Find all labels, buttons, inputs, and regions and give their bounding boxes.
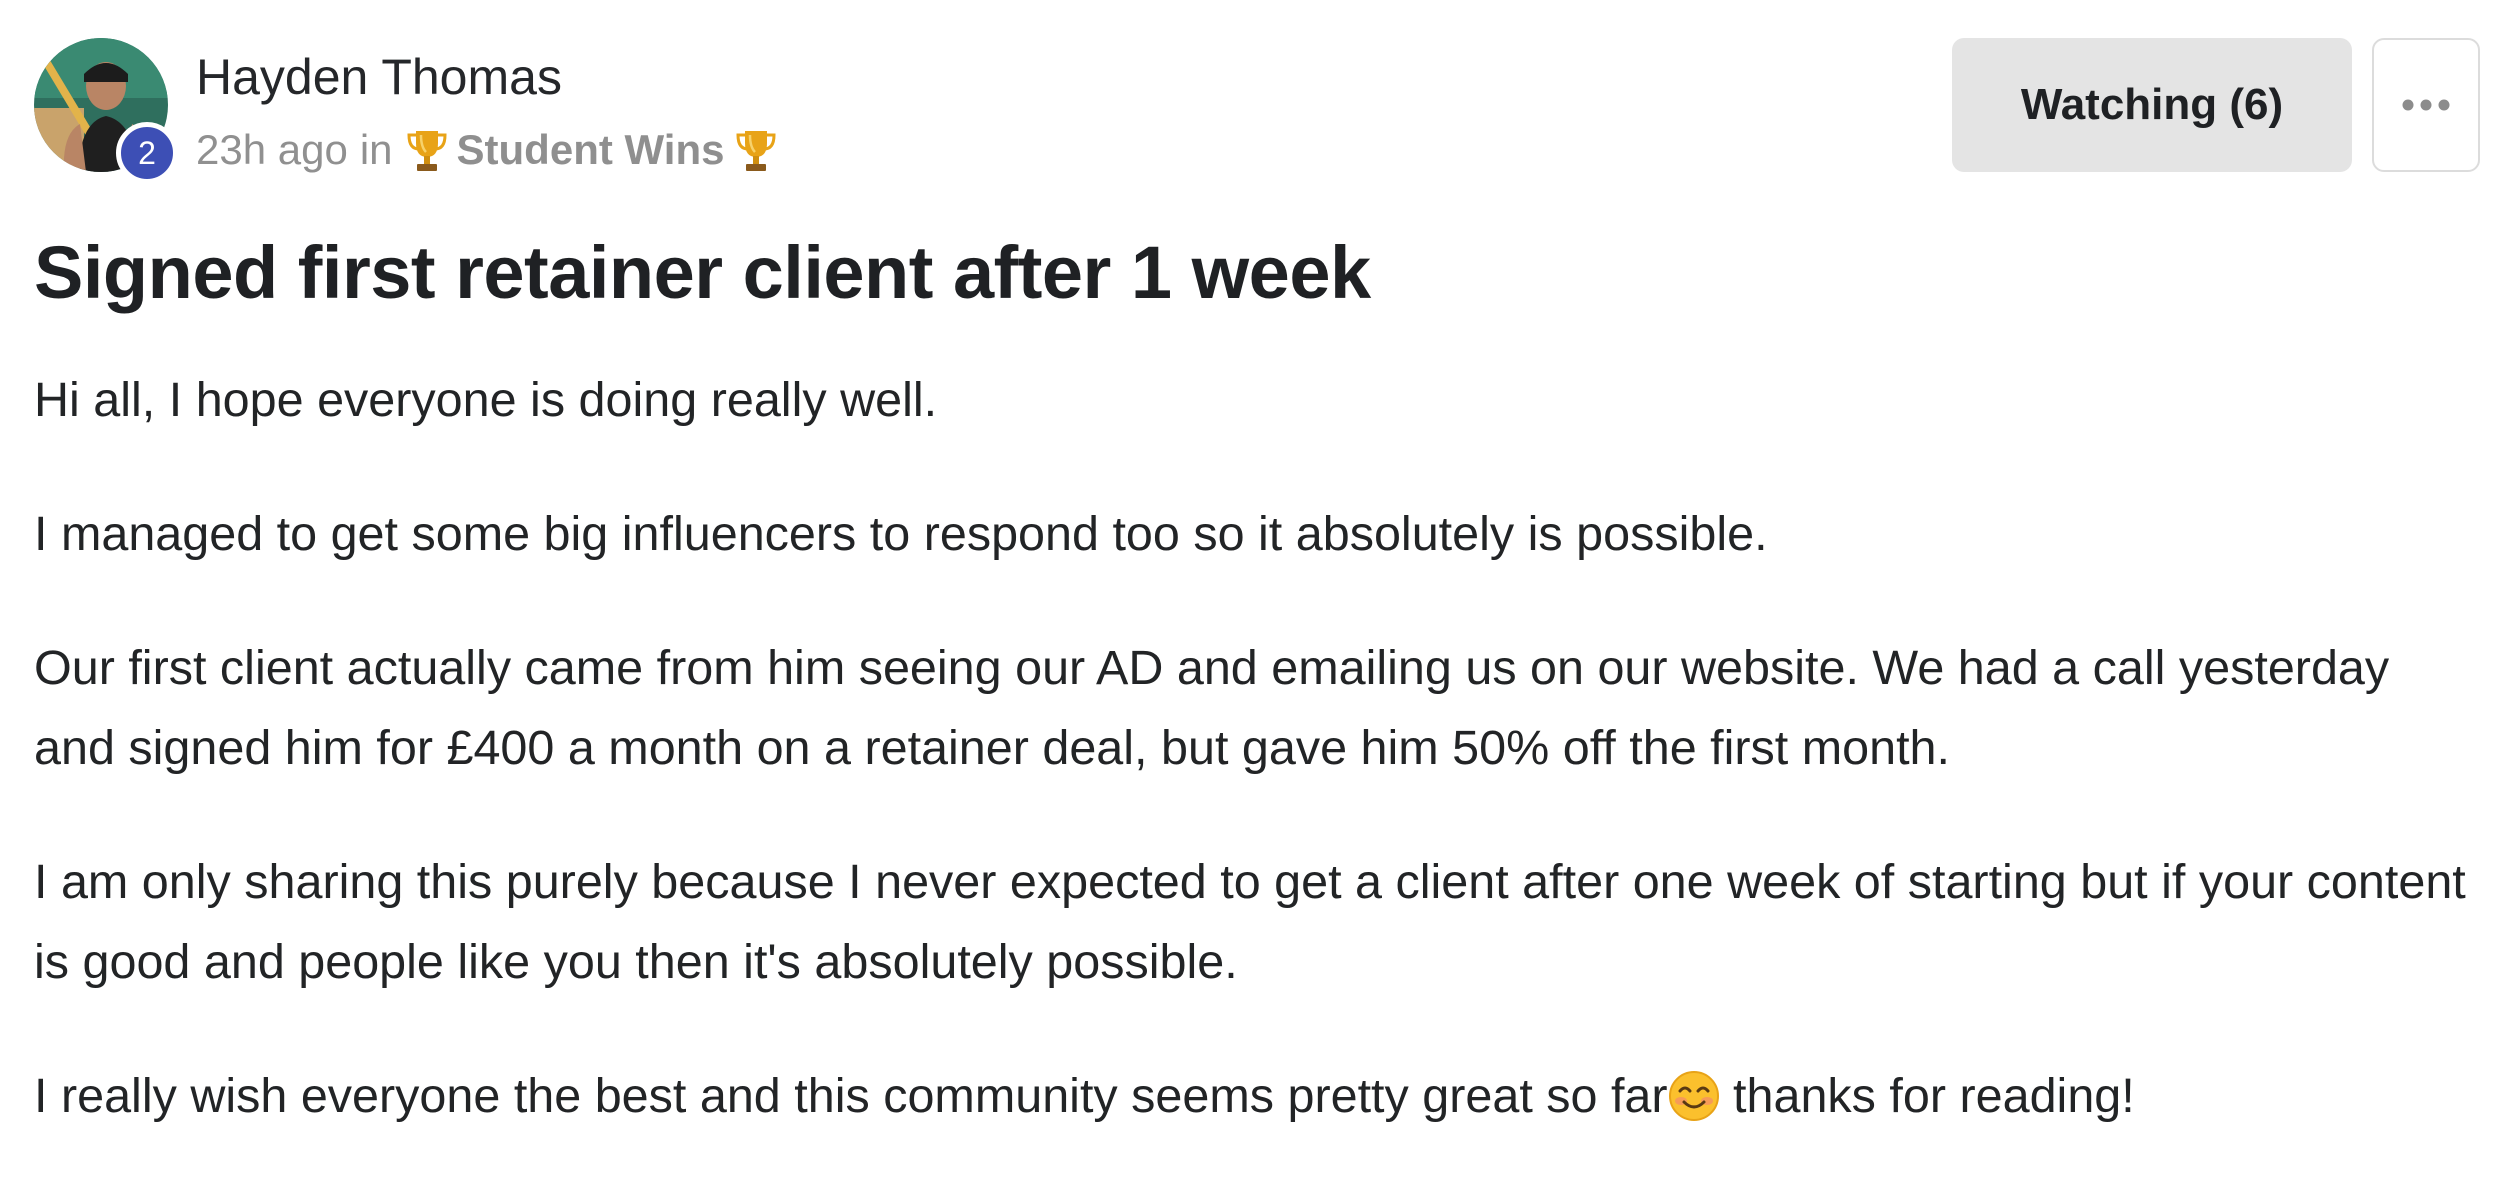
watching-button[interactable]: Watching (6) bbox=[1952, 38, 2352, 172]
more-options-button[interactable] bbox=[2372, 38, 2480, 172]
ellipsis-icon bbox=[2402, 99, 2450, 111]
category-link[interactable]: Student Wins bbox=[457, 126, 725, 174]
post-card: 2 Hayden Thomas 23h ago in Student Wins bbox=[0, 0, 2500, 1172]
post-paragraph-tail: thanks for reading! bbox=[1719, 1069, 2135, 1123]
post-paragraph-last: I really wish everyone the best and this… bbox=[34, 1056, 2474, 1136]
trophy-icon bbox=[736, 127, 776, 173]
meta-in-word: in bbox=[359, 126, 393, 173]
author-name[interactable]: Hayden Thomas bbox=[196, 48, 562, 106]
post-paragraph: Hi all, I hope everyone is doing really … bbox=[34, 373, 938, 427]
post-paragraph-text: I really wish everyone the best and this… bbox=[34, 1069, 1668, 1123]
trophy-icon bbox=[407, 127, 447, 173]
author-avatar[interactable]: 2 bbox=[34, 38, 178, 184]
level-badge: 2 bbox=[116, 122, 178, 184]
post-paragraph: I am only sharing this purely because I … bbox=[34, 855, 2466, 989]
post-meta: 23h ago in Student Wins bbox=[196, 126, 776, 174]
post-body: Hi all, I hope everyone is doing really … bbox=[34, 360, 2474, 1190]
post-paragraph: I managed to get some big influencers to… bbox=[34, 507, 1768, 561]
smiling-face-icon bbox=[1668, 1066, 1720, 1121]
post-title: Signed first retainer client after 1 wee… bbox=[34, 231, 1371, 314]
post-paragraph: Our first client actually came from him … bbox=[34, 641, 2390, 775]
post-time[interactable]: 23h ago bbox=[196, 126, 348, 174]
